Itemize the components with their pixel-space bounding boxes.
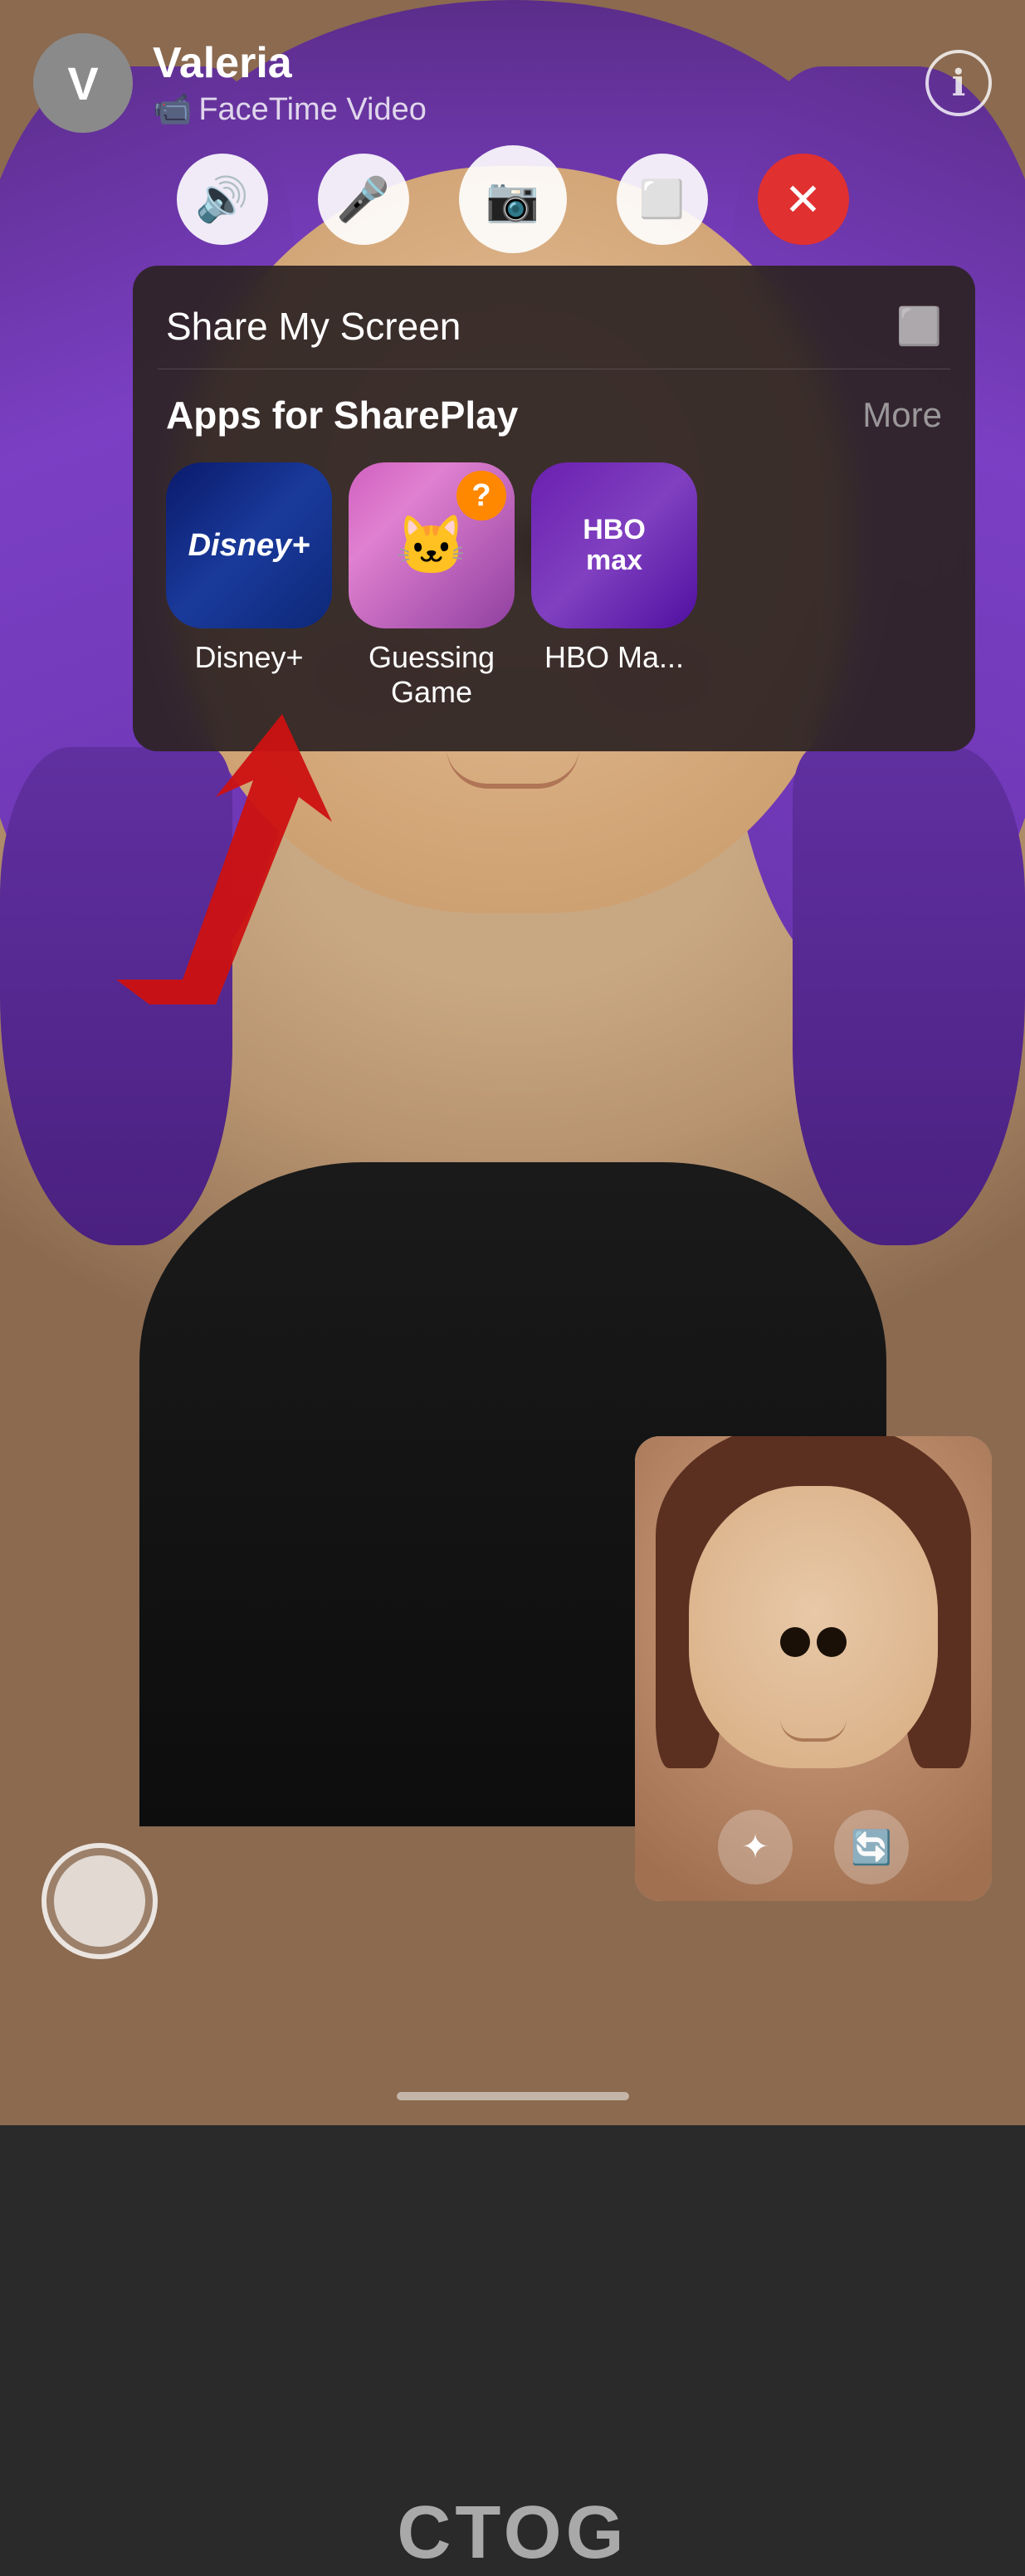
- capture-inner: [54, 1855, 145, 1947]
- effects-icon: ✦: [741, 1828, 769, 1866]
- hbo-label: HBO Ma...: [544, 640, 684, 675]
- speaker-button[interactable]: 🔊: [177, 154, 268, 245]
- shareplay-popup: Share My Screen ⬜ Apps for SharePlay Mor…: [133, 266, 975, 751]
- app-item-disney[interactable]: Disney+ Disney+: [166, 462, 332, 710]
- info-button[interactable]: ℹ: [925, 50, 992, 116]
- sec-face: [689, 1486, 938, 1768]
- sec-eye-left: [780, 1627, 810, 1657]
- disney-plus-text: Disney+: [188, 530, 310, 561]
- shirt-text: CTOG: [397, 2490, 627, 2576]
- microphone-button[interactable]: 🎤: [318, 154, 409, 245]
- home-indicator: [397, 2092, 629, 2100]
- hbo-text: HBOmax: [583, 515, 646, 577]
- app-item-hbo[interactable]: HBOmax HBO Ma...: [531, 462, 697, 710]
- caller-name: Valeria: [153, 38, 925, 88]
- sec-mouth: [780, 1718, 847, 1742]
- apps-title: Apps for SharePlay: [166, 393, 518, 437]
- sec-eye-right: [817, 1627, 847, 1657]
- secondary-call-video: ✦ 🔄: [635, 1436, 992, 1901]
- pigtail-right: [793, 747, 1025, 1245]
- app-item-guessing-game[interactable]: 🐱 ? Guessing Game: [349, 462, 515, 710]
- info-icon: ℹ: [952, 62, 966, 105]
- shareplay-button[interactable]: ⬜: [617, 154, 708, 245]
- end-call-button[interactable]: ✕: [758, 154, 849, 245]
- caller-status: 📹 FaceTime Video: [153, 91, 925, 128]
- speaker-icon: 🔊: [195, 174, 249, 225]
- caller-avatar: V: [33, 33, 133, 133]
- guessing-game-icon: 🐱 ?: [349, 462, 515, 628]
- apps-header: Apps for SharePlay More: [158, 369, 950, 454]
- secondary-call-panel: ✦ 🔄: [635, 1436, 992, 1901]
- mouth: [447, 747, 579, 789]
- hbo-icon: HBOmax: [531, 462, 697, 628]
- camera-button[interactable]: 📷: [459, 145, 567, 253]
- capture-button[interactable]: [41, 1843, 158, 1959]
- controls-row: 🔊 🎤 📷 ⬜ ✕: [0, 133, 1025, 266]
- end-call-icon: ✕: [784, 174, 822, 226]
- camera-icon: 📷: [486, 174, 539, 225]
- flip-camera-button[interactable]: 🔄: [834, 1810, 909, 1884]
- top-bar: V Valeria 📹 FaceTime Video ℹ: [0, 0, 1025, 133]
- share-screen-text[interactable]: Share My Screen: [166, 304, 461, 349]
- guessing-game-label: Guessing Game: [369, 640, 495, 710]
- disney-icon: Disney+: [166, 462, 332, 628]
- effects-button[interactable]: ✦: [718, 1810, 793, 1884]
- secondary-call-controls: ✦ 🔄: [635, 1810, 992, 1884]
- share-screen-icon: ⬜: [896, 305, 942, 348]
- flip-camera-icon: 🔄: [851, 1828, 892, 1867]
- more-button[interactable]: More: [862, 395, 942, 435]
- question-mark: ?: [456, 471, 506, 521]
- microphone-icon: 🎤: [336, 174, 390, 225]
- video-icon: 📹: [153, 91, 192, 128]
- disney-label: Disney+: [194, 640, 303, 675]
- shareplay-icon: ⬜: [639, 178, 685, 221]
- share-screen-row: Share My Screen ⬜: [158, 291, 950, 369]
- caller-info: Valeria 📹 FaceTime Video: [153, 38, 925, 128]
- apps-grid: Disney+ Disney+ 🐱 ? Guessing Game HBOmax…: [158, 454, 950, 726]
- cat-emoji: 🐱: [395, 516, 467, 574]
